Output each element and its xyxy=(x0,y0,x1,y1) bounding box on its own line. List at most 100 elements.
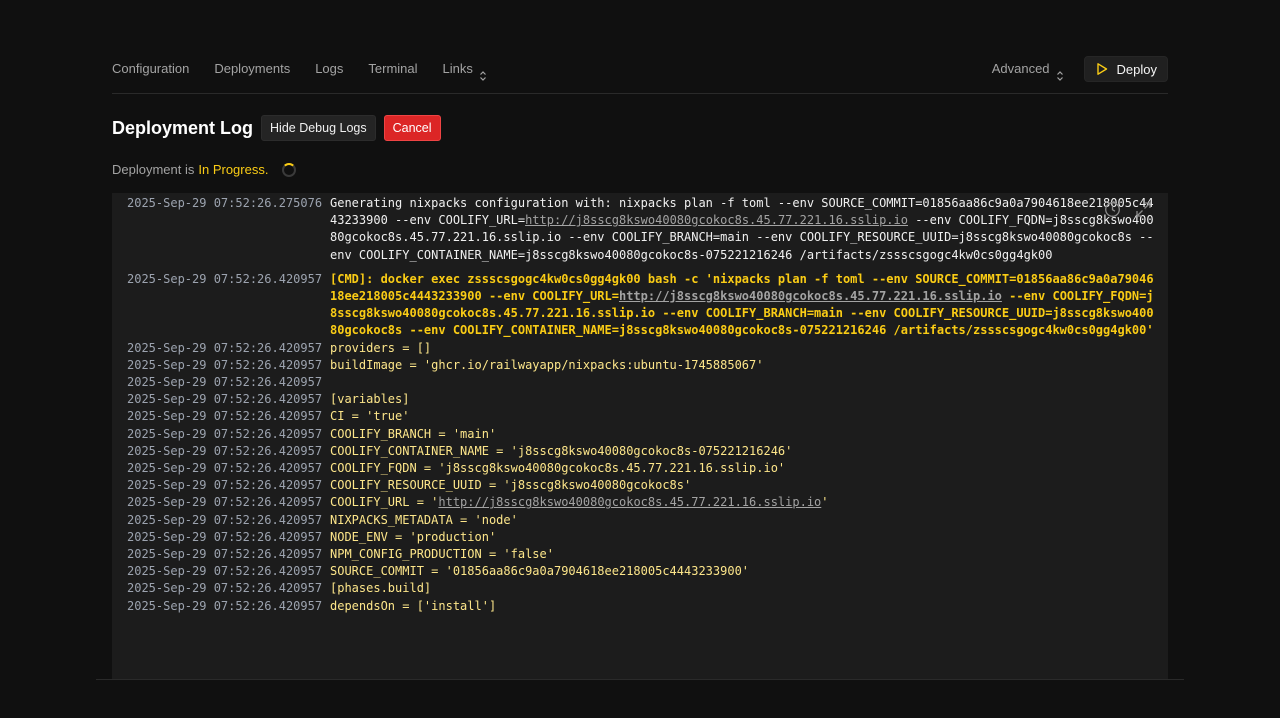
log-line: 2025-Sep-29 07:52:26.420957 buildImage = … xyxy=(127,357,1168,374)
log-line: 2025-Sep-29 07:52:26.420957 dependsOn = [… xyxy=(127,598,1168,615)
log-timestamp: 2025-Sep-29 07:52:26.275076 xyxy=(127,196,323,210)
hide-debug-logs-button[interactable]: Hide Debug Logs xyxy=(261,115,376,141)
log-output[interactable]: 2025-Sep-29 07:52:26.275076 Generating ni… xyxy=(112,193,1168,680)
page-title: Deployment Log xyxy=(112,117,254,138)
cancel-button[interactable]: Cancel xyxy=(383,115,441,141)
log-line: 2025-Sep-29 07:52:26.420957 COOLIFY_RESOU… xyxy=(127,477,1168,494)
log-timestamp: 2025-Sep-29 07:52:26.420957 xyxy=(127,375,323,390)
log-text: COOLIFY_URL = ' xyxy=(330,495,439,510)
log-message: Generating nixpacks configuration with: … xyxy=(330,195,1160,264)
log-message: providers = [] xyxy=(330,340,1160,357)
advanced-label: Advanced xyxy=(991,61,1050,76)
log-line: 2025-Sep-29 07:52:26.420957 COOLIFY_BRANC… xyxy=(127,426,1168,443)
deployment-status: Deployment is In Progress. xyxy=(112,162,297,177)
log-text: COOLIFY_FQDN = 'j8sscg8kswo40080gcokoc8s… xyxy=(330,461,786,476)
log-link[interactable]: http://j8sscg8kswo40080gcokoc8s.45.77.22… xyxy=(438,495,821,509)
nav-links-label: Links xyxy=(442,61,473,76)
log-message: [CMD]: docker exec zssscsgogc4kw0cs0gg4g… xyxy=(330,271,1160,340)
history-icon[interactable] xyxy=(1104,201,1121,218)
status-state: In Progress. xyxy=(198,162,269,177)
log-line: 2025-Sep-29 07:52:26.420957 SOURCE_COMMIT… xyxy=(127,563,1168,580)
log-line: 2025-Sep-29 07:52:26.420957 COOLIFY_FQDN … xyxy=(127,460,1168,477)
log-timestamp: 2025-Sep-29 07:52:26.420957 xyxy=(127,340,323,355)
log-line: 2025-Sep-29 07:52:26.420957 xyxy=(127,374,1168,391)
advanced-dropdown[interactable]: Advanced xyxy=(992,56,1064,82)
play-icon xyxy=(1096,63,1107,75)
log-link[interactable]: http://j8sscg8kswo40080gcokoc8s.45.77.22… xyxy=(619,289,1002,303)
log-timestamp: 2025-Sep-29 07:52:26.420957 xyxy=(127,461,323,476)
status-prefix: Deployment is xyxy=(112,162,195,177)
log-timestamp: 2025-Sep-29 07:52:26.420957 xyxy=(127,271,323,286)
log-message xyxy=(330,374,1160,391)
log-timestamp: 2025-Sep-29 07:52:26.420957 xyxy=(127,426,323,441)
log-message: [phases.build] xyxy=(330,580,1160,597)
nav-configuration[interactable]: Configuration xyxy=(112,56,189,82)
log-rows: 2025-Sep-29 07:52:26.275076 Generating ni… xyxy=(127,195,1168,615)
log-timestamp: 2025-Sep-29 07:52:26.420957 xyxy=(127,495,323,510)
log-line: 2025-Sep-29 07:52:26.420957 COOLIFY_URL =… xyxy=(127,494,1168,511)
log-line: 2025-Sep-29 07:52:26.420957 NPM_CONFIG_PR… xyxy=(127,546,1168,563)
log-text: buildImage = 'ghcr.io/railwayapp/nixpack… xyxy=(330,357,764,372)
log-message: [variables] xyxy=(330,391,1160,408)
bottom-divider xyxy=(96,679,1184,680)
log-message: COOLIFY_URL = 'http://j8sscg8kswo40080gc… xyxy=(330,494,1160,511)
log-text: CI = 'true' xyxy=(330,409,410,424)
log-line: 2025-Sep-29 07:52:26.420957 [CMD]: docker… xyxy=(127,271,1168,340)
log-timestamp: 2025-Sep-29 07:52:26.420957 xyxy=(127,512,323,527)
log-timestamp: 2025-Sep-29 07:52:26.420957 xyxy=(127,564,323,579)
log-timestamp: 2025-Sep-29 07:52:26.420957 xyxy=(127,392,323,407)
log-message: COOLIFY_BRANCH = 'main' xyxy=(330,426,1160,443)
log-timestamp: 2025-Sep-29 07:52:26.420957 xyxy=(127,357,323,372)
log-message: COOLIFY_RESOURCE_UUID = 'j8sscg8kswo4008… xyxy=(330,477,1160,494)
log-text: COOLIFY_BRANCH = 'main' xyxy=(330,426,497,441)
log-toolbar xyxy=(1104,201,1152,218)
deploy-button[interactable]: Deploy xyxy=(1083,56,1168,82)
nav-right: Advanced Deploy xyxy=(992,56,1168,82)
log-text: SOURCE_COMMIT = '01856aa86c9a0a7904618ee… xyxy=(330,564,750,579)
log-text: COOLIFY_CONTAINER_NAME = 'j8sscg8kswo400… xyxy=(330,443,793,458)
log-link[interactable]: http://j8sscg8kswo40080gcokoc8s.45.77.22… xyxy=(525,213,908,227)
log-message: buildImage = 'ghcr.io/railwayapp/nixpack… xyxy=(330,357,1160,374)
log-timestamp: 2025-Sep-29 07:52:26.420957 xyxy=(127,478,323,493)
log-text: NPM_CONFIG_PRODUCTION = 'false' xyxy=(330,547,554,562)
log-message: dependsOn = ['install'] xyxy=(330,598,1160,615)
log-timestamp: 2025-Sep-29 07:52:26.420957 xyxy=(127,443,323,458)
log-message: SOURCE_COMMIT = '01856aa86c9a0a7904618ee… xyxy=(330,563,1160,580)
log-text: providers = [] xyxy=(330,340,432,355)
deploy-label: Deploy xyxy=(1116,61,1157,77)
log-message: NIXPACKS_METADATA = 'node' xyxy=(330,512,1160,529)
log-line: 2025-Sep-29 07:52:26.420957 NIXPACKS_META… xyxy=(127,512,1168,529)
log-text: dependsOn = ['install'] xyxy=(330,598,497,613)
chevron-updown-icon xyxy=(479,64,487,81)
log-text: NODE_ENV = 'production' xyxy=(330,529,497,544)
log-line: 2025-Sep-29 07:52:26.420957 [variables] xyxy=(127,391,1168,408)
nav-deployments[interactable]: Deployments xyxy=(214,56,290,82)
log-message: NODE_ENV = 'production' xyxy=(330,529,1160,546)
log-line: 2025-Sep-29 07:52:26.420957 CI = 'true' xyxy=(127,408,1168,425)
log-line: 2025-Sep-29 07:52:26.420957 COOLIFY_CONTA… xyxy=(127,443,1168,460)
log-message: CI = 'true' xyxy=(330,408,1160,425)
fullscreen-icon[interactable] xyxy=(1135,201,1152,218)
log-text: COOLIFY_RESOURCE_UUID = 'j8sscg8kswo4008… xyxy=(330,478,692,493)
deployment-log-header: Deployment Log Hide Debug Logs Cancel xyxy=(112,115,449,141)
log-text: NIXPACKS_METADATA = 'node' xyxy=(330,512,518,527)
chevron-updown-icon xyxy=(1056,64,1064,81)
spinner-icon xyxy=(282,162,297,177)
log-timestamp: 2025-Sep-29 07:52:26.420957 xyxy=(127,598,323,613)
nav-terminal[interactable]: Terminal xyxy=(368,56,417,82)
nav-logs[interactable]: Logs xyxy=(315,56,343,82)
log-timestamp: 2025-Sep-29 07:52:26.420957 xyxy=(127,547,323,562)
log-message: NPM_CONFIG_PRODUCTION = 'false' xyxy=(330,546,1160,563)
log-line: 2025-Sep-29 07:52:26.420957 providers = [… xyxy=(127,340,1168,357)
log-text: [phases.build] xyxy=(330,581,432,596)
log-line: 2025-Sep-29 07:52:26.275076 Generating ni… xyxy=(127,195,1168,264)
top-nav: Configuration Deployments Logs Terminal … xyxy=(112,56,1168,94)
log-line: 2025-Sep-29 07:52:26.420957 NODE_ENV = 'p… xyxy=(127,529,1168,546)
log-timestamp: 2025-Sep-29 07:52:26.420957 xyxy=(127,581,323,596)
log-timestamp: 2025-Sep-29 07:52:26.420957 xyxy=(127,529,323,544)
log-text: [variables] xyxy=(330,392,410,407)
nav-links[interactable]: Links xyxy=(443,56,487,82)
log-text: ' xyxy=(821,495,829,510)
log-line: 2025-Sep-29 07:52:26.420957 [phases.build… xyxy=(127,580,1168,597)
log-message: COOLIFY_CONTAINER_NAME = 'j8sscg8kswo400… xyxy=(330,443,1160,460)
